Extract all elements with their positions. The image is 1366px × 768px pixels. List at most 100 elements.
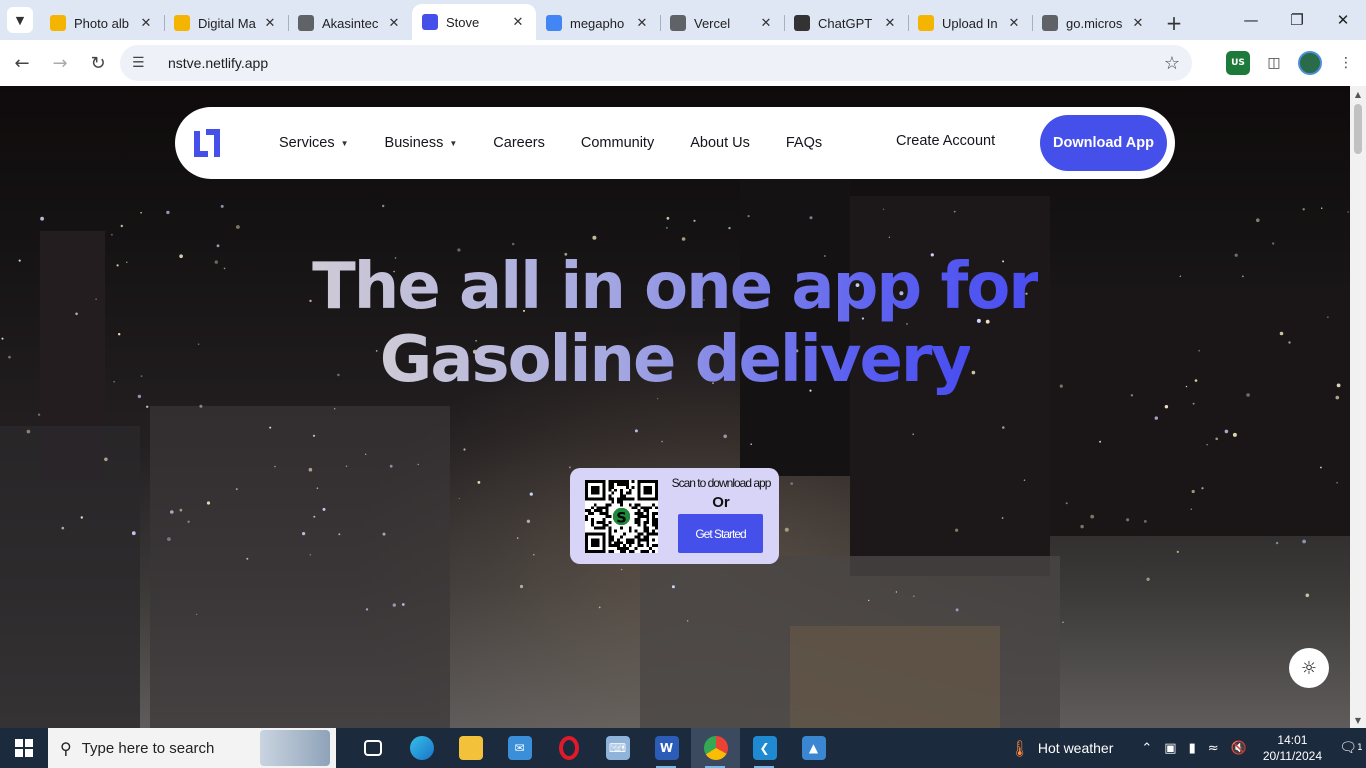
weather-text: Hot weather bbox=[1037, 740, 1114, 756]
restore-icon[interactable]: ❐ bbox=[1274, 0, 1320, 40]
tab-search-button[interactable]: ▼ bbox=[0, 0, 40, 40]
browser-tab[interactable]: Akasintec ✕ bbox=[288, 6, 412, 40]
tab-title: go.micros bbox=[1066, 15, 1123, 31]
close-tab-icon[interactable]: ✕ bbox=[758, 16, 774, 31]
notification-center-icon[interactable]: 🗨 1 bbox=[1336, 728, 1366, 768]
nav-business[interactable]: Business ▼ bbox=[385, 135, 458, 151]
vpn-extension-icon[interactable]: US bbox=[1226, 51, 1250, 75]
upload-icon bbox=[918, 15, 934, 31]
scroll-down-icon[interactable]: ▼ bbox=[1350, 712, 1366, 728]
tab-title: Stove bbox=[446, 14, 480, 30]
back-icon[interactable]: ← bbox=[4, 45, 40, 81]
nav-services[interactable]: Services ▼ bbox=[279, 135, 349, 151]
vscode-icon[interactable]: ❮ bbox=[740, 728, 789, 768]
new-tab-button[interactable]: + bbox=[1156, 6, 1192, 40]
browser-tab[interactable]: ChatGPT ✕ bbox=[784, 6, 908, 40]
close-tab-icon[interactable]: ✕ bbox=[1006, 16, 1022, 31]
city-background-image bbox=[0, 176, 1350, 728]
create-account-link[interactable]: Create Account bbox=[896, 133, 995, 149]
clock-time: 14:01 bbox=[1277, 733, 1308, 747]
nav-careers[interactable]: Careers bbox=[493, 135, 545, 151]
browser-tab[interactable]: Photo alb ✕ bbox=[40, 6, 164, 40]
site-info-icon[interactable]: ☰ bbox=[132, 55, 156, 71]
close-tab-icon[interactable]: ✕ bbox=[262, 16, 278, 31]
close-tab-icon[interactable]: ✕ bbox=[634, 16, 650, 31]
scrollbar-thumb[interactable] bbox=[1354, 104, 1362, 154]
tab-title: Vercel bbox=[694, 15, 731, 31]
forward-icon[interactable]: → bbox=[42, 45, 78, 81]
word-icon[interactable]: W bbox=[642, 728, 691, 768]
meet-now-icon[interactable]: ▣ bbox=[1164, 741, 1176, 756]
tab-title: Akasintec bbox=[322, 15, 379, 31]
close-tab-icon[interactable]: ✕ bbox=[882, 16, 898, 31]
nav-about-us[interactable]: About Us bbox=[690, 135, 750, 151]
volume-muted-icon[interactable]: 🔇 bbox=[1231, 741, 1247, 756]
close-tab-icon[interactable]: ✕ bbox=[386, 16, 402, 31]
reload-icon[interactable]: ↻ bbox=[80, 45, 116, 81]
download-app-button[interactable]: Download App bbox=[1040, 115, 1167, 171]
close-tab-icon[interactable]: ✕ bbox=[510, 15, 526, 30]
google-icon bbox=[546, 15, 562, 31]
menu-kebab-icon[interactable]: ⋮ bbox=[1334, 51, 1358, 75]
windows-start-icon[interactable] bbox=[0, 728, 48, 768]
edge-icon[interactable] bbox=[397, 728, 446, 768]
bookmark-star-icon[interactable]: ☆ bbox=[1164, 53, 1180, 74]
file-explorer-icon[interactable] bbox=[446, 728, 495, 768]
tab-title: Upload In bbox=[942, 15, 998, 31]
windows-taskbar: ⚲ Type here to search ✉ ⌨ W ❮ ▲ 🌡 Hot we… bbox=[0, 728, 1366, 768]
taskbar-search-box[interactable]: ⚲ Type here to search bbox=[48, 728, 336, 768]
globe-icon bbox=[670, 15, 686, 31]
system-tray: 🌡 Hot weather ⌃ ▣ ▮ ≈ 🔇 14:01 20/11/2024… bbox=[1010, 728, 1366, 768]
page-scrollbar[interactable]: ▲ ▼ bbox=[1350, 86, 1366, 728]
browser-tab[interactable]: Vercel ✕ bbox=[660, 6, 784, 40]
stove-logo-icon[interactable] bbox=[191, 127, 223, 159]
browser-tab[interactable]: Digital Ma ✕ bbox=[164, 6, 288, 40]
hero-heading: The all in one app for Gasoline delivery bbox=[0, 251, 1350, 397]
notification-count: 1 bbox=[1357, 743, 1363, 753]
close-tab-icon[interactable]: ✕ bbox=[138, 16, 154, 31]
thermometer-icon: 🌡 bbox=[1009, 738, 1030, 758]
clock[interactable]: 14:01 20/11/2024 bbox=[1263, 732, 1322, 764]
nav-community[interactable]: Community bbox=[581, 135, 654, 151]
url-text[interactable]: nstve.netlify.app bbox=[168, 55, 1164, 71]
scroll-up-icon[interactable]: ▲ bbox=[1350, 86, 1366, 102]
wifi-icon[interactable]: ≈ bbox=[1208, 741, 1219, 756]
profile-avatar[interactable] bbox=[1298, 51, 1322, 75]
svg-text:S: S bbox=[616, 509, 627, 526]
get-started-button[interactable]: Get Started bbox=[678, 514, 763, 553]
clock-date: 20/11/2024 bbox=[1262, 749, 1322, 763]
qr-code-image[interactable]: S bbox=[585, 480, 658, 553]
extensions-area: US ◫ ⋮ bbox=[1226, 45, 1358, 81]
photos-icon[interactable]: ▲ bbox=[789, 728, 838, 768]
tab-title: ChatGPT bbox=[818, 15, 873, 31]
extensions-puzzle-icon[interactable]: ◫ bbox=[1262, 51, 1286, 75]
close-window-icon[interactable]: ✕ bbox=[1320, 0, 1366, 40]
tab-strip: ▼ Photo alb ✕ Digital Ma ✕ Akasintec ✕ Stove ✕ m… bbox=[0, 0, 1366, 40]
browser-tab[interactable]: go.micros ✕ bbox=[1032, 6, 1156, 40]
mail-icon[interactable]: ✉ bbox=[495, 728, 544, 768]
theme-toggle-sun-icon[interactable]: ☼ bbox=[1289, 648, 1329, 688]
chevron-down-icon: ▼ bbox=[7, 7, 33, 33]
or-text: Or bbox=[712, 494, 730, 511]
keyboard-app-icon[interactable]: ⌨ bbox=[593, 728, 642, 768]
opera-icon[interactable] bbox=[544, 728, 593, 768]
address-bar[interactable]: ☰ nstve.netlify.app ☆ bbox=[120, 45, 1192, 81]
chatgpt-icon bbox=[794, 15, 810, 31]
browser-tab[interactable]: Stove ✕ bbox=[412, 4, 536, 40]
hero-line-2: Gasoline delivery bbox=[379, 323, 972, 397]
chrome-icon[interactable] bbox=[691, 728, 740, 768]
nav-services-label: Services bbox=[279, 135, 335, 151]
window-controls: — ❐ ✕ bbox=[1228, 0, 1366, 40]
browser-tab[interactable]: megapho ✕ bbox=[536, 6, 660, 40]
weather-widget[interactable]: 🌡 Hot weather bbox=[1010, 739, 1114, 758]
nav-faqs[interactable]: FAQs bbox=[786, 135, 822, 151]
task-view-icon[interactable] bbox=[348, 728, 397, 768]
minimize-icon[interactable]: — bbox=[1228, 0, 1274, 40]
browser-tab[interactable]: Upload In ✕ bbox=[908, 6, 1032, 40]
tab-title: Photo alb bbox=[74, 15, 129, 31]
qr-download-card: S Scan to download app Or Get Started bbox=[570, 468, 779, 564]
battery-icon[interactable]: ▮ bbox=[1189, 741, 1196, 756]
chevron-up-icon[interactable]: ⌃ bbox=[1141, 741, 1152, 756]
site-navbar: Services ▼ Business ▼ Careers Community Ab… bbox=[175, 107, 1175, 179]
close-tab-icon[interactable]: ✕ bbox=[1130, 16, 1146, 31]
